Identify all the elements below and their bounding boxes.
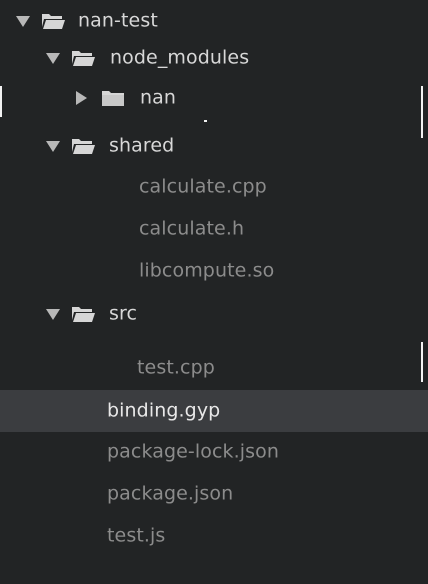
folder-closed-icon: [102, 91, 124, 106]
folder-label-src: src: [109, 302, 138, 325]
disclosure-right-icon[interactable]: [72, 89, 90, 107]
file-label-package-lock-json: package-lock.json: [107, 440, 280, 463]
tree-row-shared[interactable]: shared: [0, 125, 428, 167]
file-tree-panel: nan-test node_modules nan shared calcula…: [0, 0, 428, 584]
folder-open-icon: [42, 14, 65, 29]
folder-label-nan-test: nan-test: [78, 9, 158, 32]
tree-row-package-lock-json[interactable]: package-lock.json: [0, 431, 428, 473]
folder-open-icon: [72, 51, 95, 66]
right-edge-marker-lower: [421, 342, 423, 382]
tree-row-binding-gyp[interactable]: binding.gyp: [0, 390, 428, 432]
folder-open-icon: [72, 307, 95, 322]
disclosure-down-icon[interactable]: [44, 305, 62, 323]
file-label-libcompute-so: libcompute.so: [139, 259, 275, 282]
file-label-binding-gyp: binding.gyp: [107, 399, 221, 422]
file-label-calculate-cpp: calculate.cpp: [139, 175, 267, 198]
tree-row-node-modules[interactable]: node_modules: [0, 37, 428, 79]
folder-label-node-modules: node_modules: [110, 46, 250, 69]
disclosure-down-icon[interactable]: [44, 49, 62, 67]
file-label-test-cpp: test.cpp: [137, 356, 215, 379]
tree-row-calculate-h[interactable]: calculate.h: [0, 208, 428, 250]
file-label-test-js: test.js: [107, 524, 166, 547]
tree-row-test-cpp[interactable]: test.cpp: [0, 347, 428, 389]
tree-row-package-json[interactable]: package.json: [0, 473, 428, 515]
tree-row-test-js[interactable]: test.js: [0, 515, 428, 557]
file-label-package-json: package.json: [107, 482, 234, 505]
tree-row-calculate-cpp[interactable]: calculate.cpp: [0, 166, 428, 208]
folder-label-shared: shared: [109, 134, 175, 157]
folder-open-icon: [72, 139, 95, 154]
folder-label-nan: nan: [140, 86, 177, 109]
left-edge-marker: [0, 86, 2, 117]
file-label-calculate-h: calculate.h: [139, 217, 245, 240]
tree-row-nan-test[interactable]: nan-test: [0, 0, 428, 42]
disclosure-down-icon[interactable]: [44, 137, 62, 155]
tree-row-libcompute-so[interactable]: libcompute.so: [0, 250, 428, 292]
center-edge-marker: [204, 120, 207, 122]
tree-row-src[interactable]: src: [0, 293, 428, 335]
right-edge-marker-upper: [421, 86, 423, 138]
disclosure-down-icon[interactable]: [14, 12, 32, 30]
tree-row-nan[interactable]: nan: [0, 77, 428, 119]
